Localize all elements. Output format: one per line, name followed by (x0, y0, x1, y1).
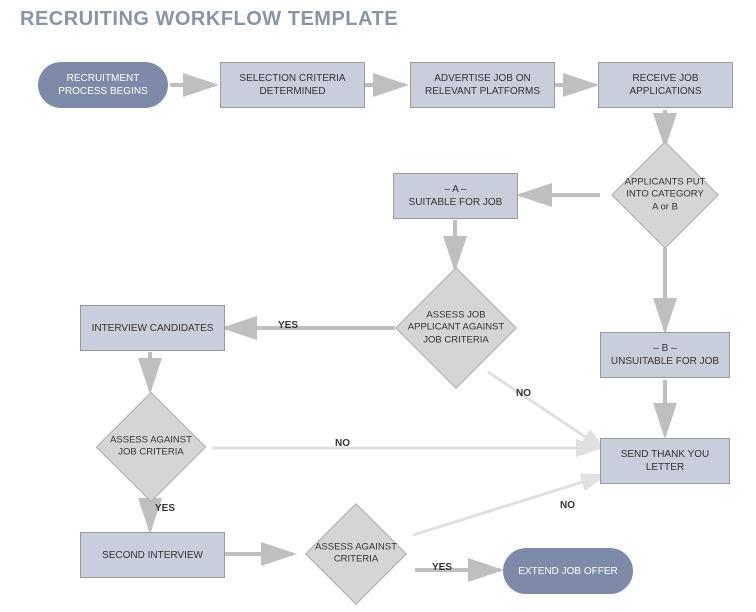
decision-assess-interview: ASSESS AGAINST JOB CRITERIA (112, 408, 190, 486)
node-receive: RECEIVE JOB APPLICATIONS (598, 62, 733, 108)
label-no-1: NO (516, 388, 531, 399)
node-offer: EXTEND JOB OFFER (503, 548, 633, 594)
node-suitable: – A – SUITABLE FOR JOB (393, 173, 518, 219)
node-start: RECRUITMENT PROCESS BEGINS (38, 62, 168, 108)
label-no-2: NO (335, 438, 350, 449)
node-advertise: ADVERTISE JOB ON RELEVANT PLATFORMS (410, 62, 555, 108)
node-interview: INTERVIEW CANDIDATES (80, 305, 225, 351)
label-yes-2: YES (155, 503, 175, 514)
node-criteria: SELECTION CRITERIA DETERMINED (220, 62, 365, 108)
page-title: RECRUITING WORKFLOW TEMPLATE (20, 8, 398, 31)
label-yes-3: YES (432, 562, 452, 573)
node-unsuitable: – B – UNSUITABLE FOR JOB (600, 332, 730, 378)
label-no-3: NO (560, 500, 575, 511)
decision-assess-second: ASSESS AGAINST CRITERIA (320, 518, 392, 590)
decision-assess-a: ASSESS JOB APPLICANT AGAINST JOB CRITERI… (413, 285, 499, 371)
node-thank-you: SEND THANK YOU LETTER (600, 438, 730, 484)
node-second-interview: SECOND INTERVIEW (80, 532, 225, 578)
decision-categorize: APPLICANTS PUT INTO CATEGORY A or B (627, 157, 703, 233)
label-yes-1: YES (278, 320, 298, 331)
